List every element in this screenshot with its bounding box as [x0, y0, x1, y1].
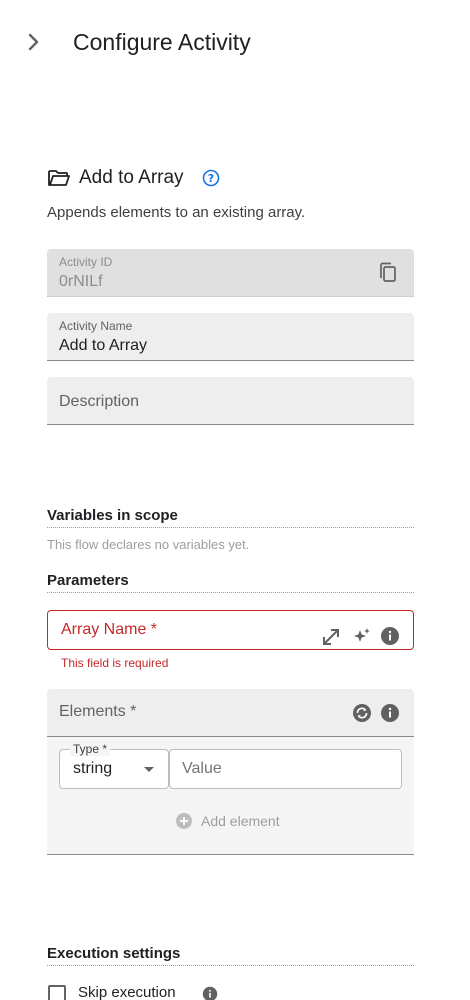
- parameters-section-title: Parameters: [47, 572, 414, 593]
- refresh-icon[interactable]: [352, 703, 372, 723]
- type-select-value: string: [73, 760, 113, 777]
- info-icon[interactable]: [380, 626, 400, 646]
- activity-name-label: Activity Name: [59, 319, 133, 333]
- activity-description: Appends elements to an existing array.: [47, 204, 306, 221]
- plus-circle-icon: [176, 813, 192, 829]
- add-element-label: Add element: [201, 813, 280, 829]
- activity-id-value: 0rNILf: [59, 273, 103, 290]
- dropdown-caret-icon: [144, 767, 154, 772]
- elements-label: Elements *: [59, 703, 137, 720]
- folder-open-icon: [48, 170, 70, 186]
- expand-chevron-button[interactable]: [24, 30, 44, 54]
- expand-icon[interactable]: [321, 627, 341, 647]
- activity-id-field: Activity ID 0rNILf: [47, 249, 414, 297]
- activity-name-value: Add to Array: [59, 337, 148, 354]
- variables-note: This flow declares no variables yet.: [47, 537, 250, 552]
- copy-icon[interactable]: [378, 262, 398, 284]
- array-name-error: This field is required: [61, 656, 169, 670]
- page-title: Configure Activity: [73, 29, 251, 55]
- execution-section-title: Execution settings: [47, 945, 414, 966]
- info-icon[interactable]: [380, 703, 400, 723]
- element-value-placeholder: Value: [182, 760, 222, 777]
- activity-title: Add to Array: [79, 167, 184, 188]
- elements-header: Elements *: [47, 689, 414, 737]
- variables-section-title: Variables in scope: [47, 507, 414, 528]
- add-element-button[interactable]: Add element: [176, 813, 280, 829]
- info-icon[interactable]: [202, 986, 218, 1000]
- skip-execution-checkbox[interactable]: [48, 985, 66, 1000]
- description-field[interactable]: Description: [47, 377, 414, 425]
- activity-name-field[interactable]: Activity Name Add to Array: [47, 313, 414, 361]
- description-placeholder: Description: [59, 393, 140, 410]
- help-circle-icon[interactable]: ?: [202, 169, 220, 187]
- element-value-input[interactable]: Value: [169, 749, 402, 789]
- sparkle-icon[interactable]: [352, 626, 372, 646]
- chevron-right-icon: [28, 33, 39, 51]
- array-name-placeholder: Array Name *: [61, 621, 158, 638]
- type-select[interactable]: Type * string: [59, 742, 169, 789]
- activity-id-label: Activity ID: [59, 255, 113, 269]
- svg-text:?: ?: [208, 172, 214, 185]
- array-name-input[interactable]: Array Name *: [47, 610, 414, 650]
- skip-execution-label: Skip execution: [78, 984, 176, 1000]
- type-select-label: Type *: [70, 742, 111, 756]
- elements-container: Elements * Type * string Value Add eleme…: [47, 689, 414, 855]
